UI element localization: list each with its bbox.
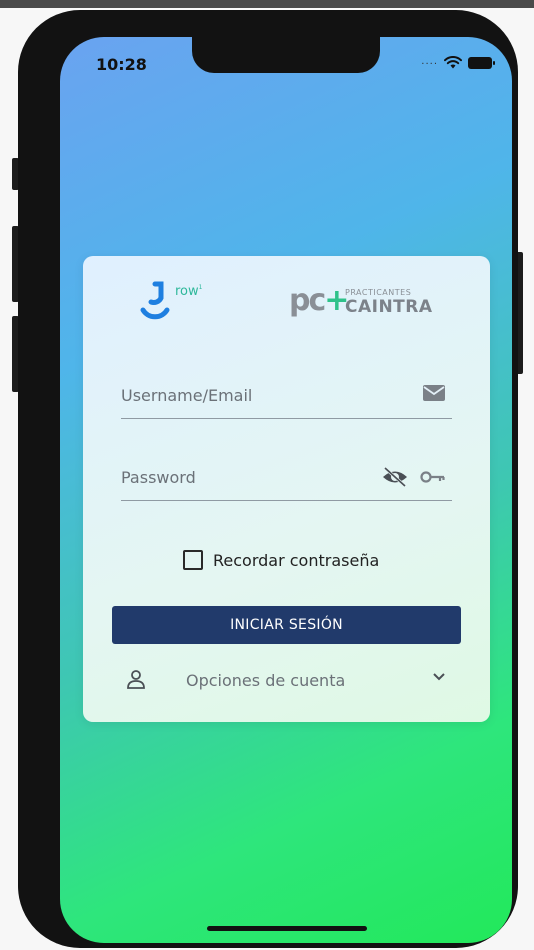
cellular-dots-icon: ···· (421, 59, 438, 70)
person-icon (127, 670, 145, 689)
window-top-bar (0, 0, 534, 8)
mail-icon (423, 385, 445, 401)
phone-screen: 10:28 ···· row1 pc+ PRACTICANTES CAINTRA… (60, 37, 512, 943)
caintra-big-text: CAINTRA (345, 297, 433, 317)
eye-off-icon[interactable] (382, 466, 408, 488)
notch (192, 37, 380, 73)
login-button[interactable]: INICIAR SESIÓN (112, 606, 461, 644)
caintra-logo: pc+ PRACTICANTES CAINTRA (289, 284, 449, 324)
status-icons: ···· (421, 55, 495, 70)
status-time: 10:28 (96, 55, 147, 74)
login-card: row1 pc+ PRACTICANTES CAINTRA Username/E… (83, 256, 490, 722)
grow-logo: row1 (137, 280, 227, 330)
chevron-down-icon (433, 673, 445, 681)
key-icon (420, 471, 445, 483)
account-options-label: Opciones de cuenta (186, 671, 346, 690)
pc-mark: pc+ (289, 283, 349, 318)
grow-logo-icon (140, 281, 170, 320)
password-placeholder: Password (121, 468, 196, 487)
grow-logo-text: row1 (175, 284, 203, 299)
account-options-dropdown[interactable]: Opciones de cuenta (121, 666, 452, 696)
remember-password-row[interactable]: Recordar contraseña (183, 550, 379, 570)
wifi-icon (444, 56, 462, 69)
password-field[interactable]: Password (121, 454, 452, 501)
remember-label: Recordar contraseña (213, 550, 380, 570)
remember-checkbox[interactable] (183, 550, 203, 570)
home-indicator (207, 926, 367, 931)
username-field[interactable]: Username/Email (121, 372, 452, 419)
username-placeholder: Username/Email (121, 386, 253, 405)
phone-frame: 10:28 ···· row1 pc+ PRACTICANTES CAINTRA… (18, 10, 518, 948)
logo-row: row1 pc+ PRACTICANTES CAINTRA (83, 276, 490, 336)
caintra-small-text: PRACTICANTES (345, 288, 412, 297)
battery-icon (468, 56, 495, 69)
